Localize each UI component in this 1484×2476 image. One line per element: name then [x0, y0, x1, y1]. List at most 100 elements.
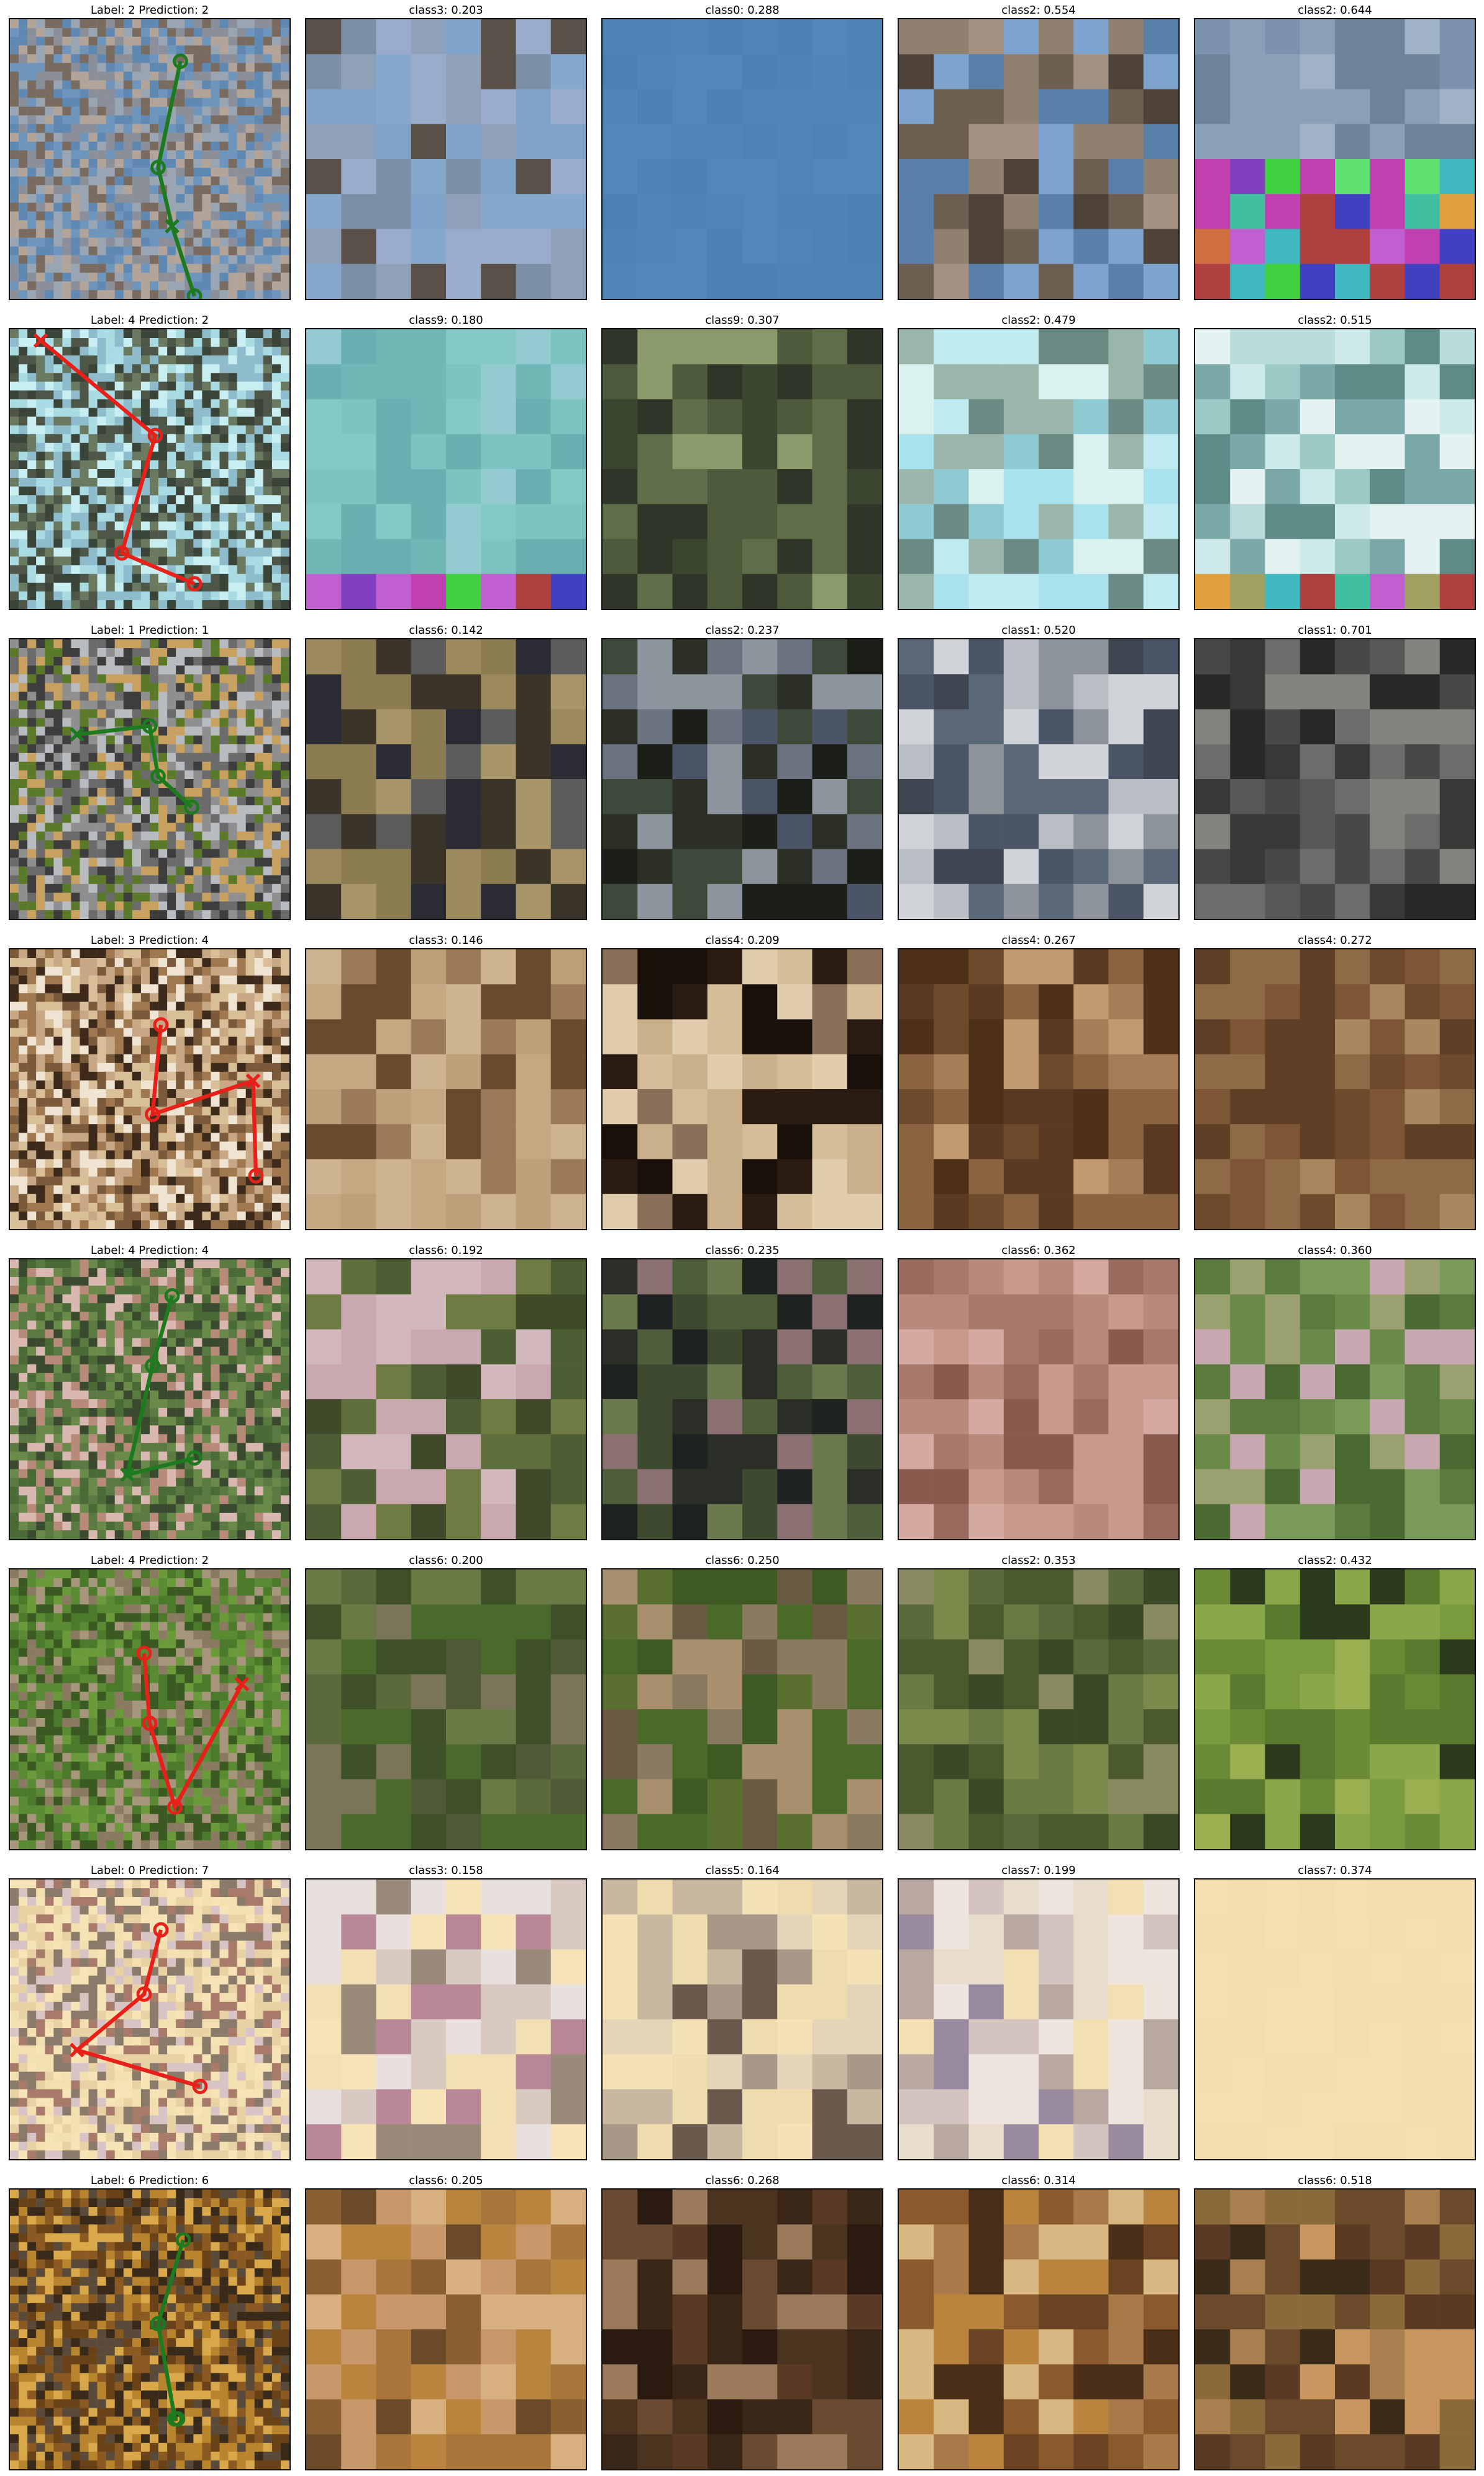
pixel-block [202, 1036, 211, 1046]
pixel-block [263, 1159, 273, 1168]
pixel-block [1404, 89, 1440, 124]
pixel-block [202, 726, 211, 736]
pixel-block [88, 1202, 98, 1212]
pixel-block [36, 63, 45, 72]
pixel-block [603, 89, 638, 124]
pixel-block [45, 451, 54, 461]
pixel-block [1335, 639, 1370, 675]
pixel-block [202, 150, 211, 160]
pixel-block [202, 495, 211, 505]
pixel-block [777, 573, 813, 609]
pixel-block [707, 229, 743, 264]
pixel-block [193, 1071, 203, 1081]
pixel-block [1404, 263, 1440, 299]
pixel-block [202, 229, 211, 238]
pixel-block [10, 1019, 19, 1028]
pixel-block [550, 639, 586, 675]
pixel-block [1003, 54, 1039, 89]
pixel-block [158, 1141, 168, 1151]
pixel-block [202, 1185, 211, 1194]
pixel-block [637, 89, 673, 124]
pixel-block [106, 910, 115, 919]
pixel-block [411, 434, 447, 470]
pixel-block [62, 582, 71, 592]
pixel-block [36, 993, 45, 1002]
pixel-block [53, 901, 63, 911]
pixel-block [10, 840, 19, 849]
pixel-block [97, 28, 106, 37]
pixel-block [193, 434, 203, 444]
pixel-block [19, 1150, 28, 1159]
pixel-block [114, 530, 124, 539]
pixel-block [219, 1098, 229, 1107]
pixel-block [254, 530, 264, 539]
pixel-block [27, 1019, 37, 1028]
pixel-block [968, 159, 1004, 194]
pixel-block [27, 255, 37, 264]
pixel-block [637, 159, 673, 194]
pixel-block [742, 539, 778, 574]
pixel-block [202, 373, 211, 382]
pixel-block [97, 416, 106, 426]
pixel-block [88, 1019, 98, 1028]
pixel-block [80, 237, 89, 247]
pixel-block [80, 381, 89, 391]
pixel-block [62, 1098, 71, 1107]
pixel-block [27, 390, 37, 400]
pixel-block [36, 89, 45, 98]
pixel-block [71, 37, 80, 46]
pixel-block [106, 168, 115, 177]
pixel-block [245, 892, 255, 902]
pixel-block [140, 823, 150, 832]
pixel-block [19, 993, 28, 1002]
pixel-block [341, 434, 376, 470]
pixel-block [158, 683, 168, 692]
pixel-block [45, 272, 54, 282]
pixel-block [123, 54, 133, 63]
pixel-block [106, 591, 115, 601]
pixel-block [36, 168, 45, 177]
pixel-block [140, 1176, 150, 1185]
pixel-block [237, 752, 246, 762]
pixel-block [219, 150, 229, 160]
pixel-block [263, 19, 273, 29]
pixel-block [899, 263, 934, 299]
pixel-block [280, 237, 289, 247]
pixel-block [88, 700, 98, 710]
pixel-block [899, 504, 934, 539]
pixel-block [123, 1202, 133, 1212]
pixel-block [97, 1028, 106, 1037]
pixel-block [27, 1089, 37, 1099]
pixel-block [106, 355, 115, 365]
pixel-block [158, 19, 168, 29]
pixel-block [742, 124, 778, 160]
pixel-block [123, 831, 133, 841]
pixel-block [202, 958, 211, 967]
pixel-block [228, 639, 237, 649]
pixel-block [1265, 54, 1300, 89]
pixel-block [62, 381, 71, 391]
pixel-block [341, 329, 376, 365]
pixel-block [280, 639, 289, 649]
pixel-block [228, 591, 237, 601]
pixel-block [158, 442, 168, 452]
pixel-block [97, 98, 106, 107]
pixel-block [184, 399, 194, 408]
pixel-block [202, 814, 211, 823]
pixel-block [271, 478, 281, 487]
pixel-block [1003, 504, 1039, 539]
pixel-block [167, 281, 176, 291]
pixel-block [934, 539, 969, 574]
pixel-block [237, 1019, 246, 1028]
pixel-block [106, 347, 115, 356]
pixel-block [1108, 573, 1144, 609]
pixel-block [158, 600, 168, 609]
pixel-block [88, 211, 98, 221]
pixel-block [280, 141, 289, 151]
pixel-block [97, 984, 106, 994]
pixel-block [280, 683, 289, 692]
pixel-block [184, 451, 194, 461]
pixel-block [1265, 573, 1300, 609]
pixel-block [228, 504, 237, 513]
pixel-block [71, 539, 80, 548]
